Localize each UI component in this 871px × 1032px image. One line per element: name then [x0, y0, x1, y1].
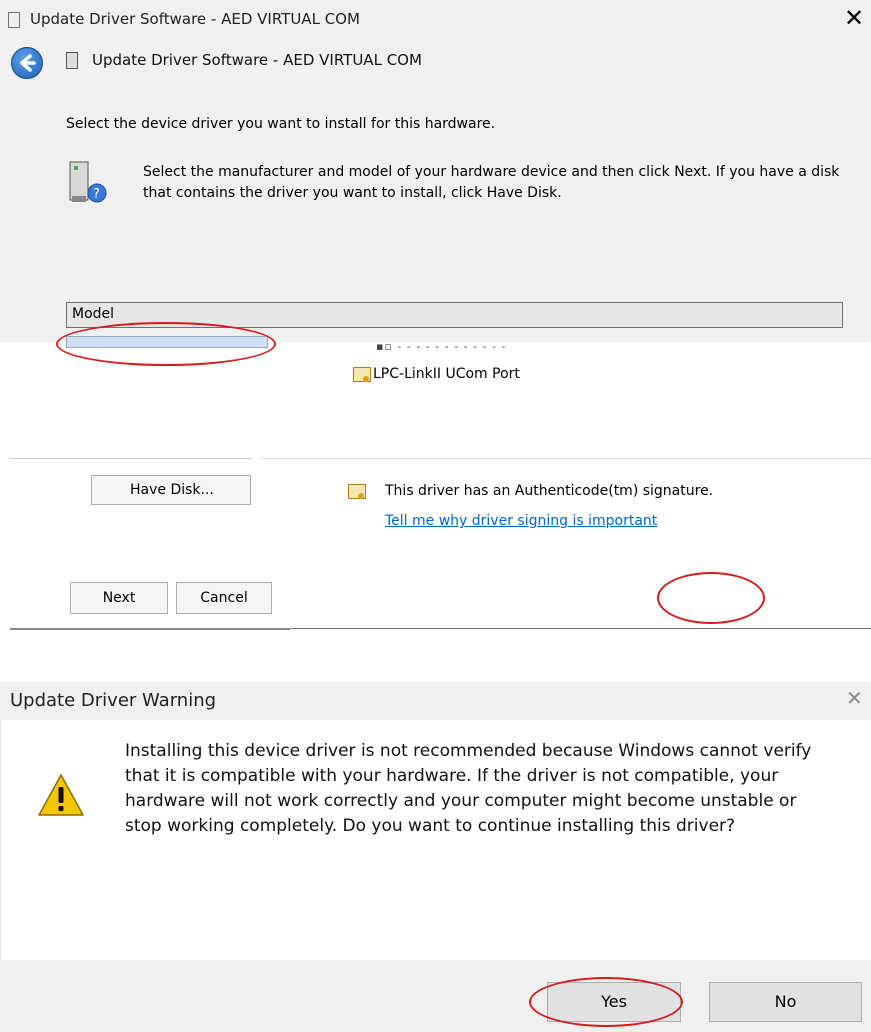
dialog-title: Update Driver Warning [10, 690, 217, 711]
highlight-ellipse [529, 977, 683, 1027]
warning-message: Installing this device driver is not rec… [125, 741, 812, 836]
divider [260, 458, 871, 459]
certificate-icon [348, 484, 366, 499]
close-button[interactable]: ✕ [844, 4, 864, 32]
authenticode-text: This driver has an Authenticode(tm) sign… [385, 483, 714, 499]
back-button[interactable] [11, 47, 43, 79]
next-button[interactable]: Next [70, 582, 168, 614]
list-item-obscured: ▪▫ - - - - - - - - - - - - [376, 340, 507, 353]
warning-icon [36, 772, 86, 818]
have-disk-label: Have Disk... [130, 482, 214, 498]
svg-text:?: ? [93, 187, 100, 202]
model-header-label: Model [72, 306, 115, 322]
instruction-text: Select the device driver you want to ins… [66, 116, 496, 132]
app-icon [8, 12, 20, 28]
driver-icon [353, 367, 371, 382]
highlight-ellipse [657, 572, 765, 624]
cancel-button[interactable]: Cancel [176, 582, 272, 614]
highlight-ellipse [56, 322, 276, 366]
wizard-title: Update Driver Software - AED VIRTUAL COM [92, 51, 422, 69]
next-label: Next [102, 590, 136, 606]
hardware-icon: ? [66, 160, 108, 204]
description-text: Select the manufacturer and model of you… [143, 164, 840, 201]
back-arrow-icon [20, 54, 36, 72]
window-bottom-edge [10, 628, 290, 630]
device-icon [66, 52, 78, 69]
no-label: No [774, 992, 797, 1011]
divider [10, 458, 252, 459]
no-button[interactable]: No [709, 982, 862, 1022]
have-disk-button[interactable]: Have Disk... [91, 475, 251, 505]
list-item[interactable]: LPC-LinkII UCom Port [373, 366, 520, 382]
window-title: Update Driver Software - AED VIRTUAL COM [30, 10, 360, 28]
dialog-close-button[interactable]: ✕ [846, 686, 863, 710]
signing-info-link[interactable]: Tell me why driver signing is important [385, 513, 657, 529]
cancel-label: Cancel [200, 590, 248, 606]
window-bottom-edge [290, 628, 871, 629]
